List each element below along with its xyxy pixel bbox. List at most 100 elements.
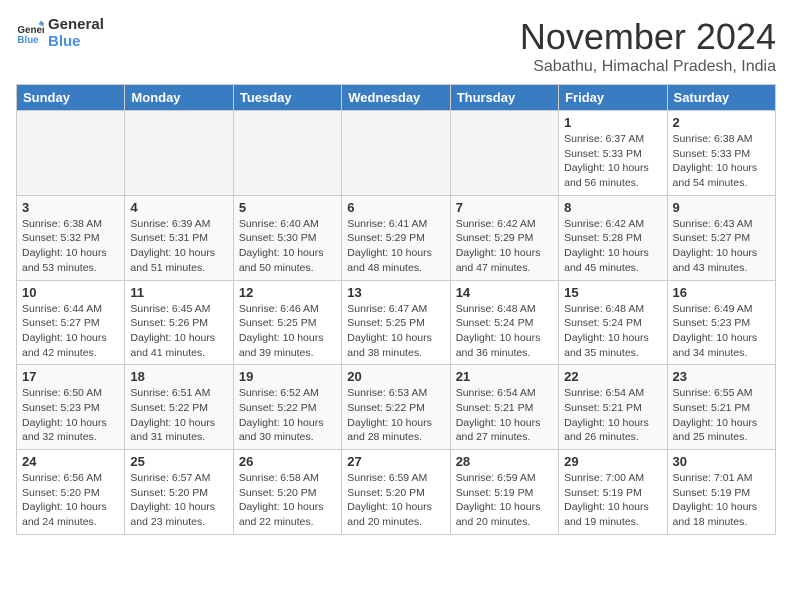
logo-icon: General Blue [16,19,44,47]
day-number: 2 [673,115,770,130]
day-number: 13 [347,285,444,300]
day-info: Sunrise: 6:44 AM Sunset: 5:27 PM Dayligh… [22,302,119,361]
calendar-cell: 5Sunrise: 6:40 AM Sunset: 5:30 PM Daylig… [233,195,341,280]
day-info: Sunrise: 6:56 AM Sunset: 5:20 PM Dayligh… [22,471,119,530]
day-info: Sunrise: 6:58 AM Sunset: 5:20 PM Dayligh… [239,471,336,530]
calendar-cell: 30Sunrise: 7:01 AM Sunset: 5:19 PM Dayli… [667,450,775,535]
weekday-header-wednesday: Wednesday [342,85,450,111]
day-number: 22 [564,369,661,384]
calendar-week-5: 24 Sunrise: 6:56 AM Sunset: 5:20 PM Dayli… [17,450,776,535]
day-info: Sunrise: 6:49 AM Sunset: 5:23 PM Dayligh… [673,302,770,361]
weekday-header-saturday: Saturday [667,85,775,111]
location: Sabathu, Himachal Pradesh, India [520,58,776,76]
day-number: 23 [673,369,770,384]
day-number: 11 [130,285,227,300]
day-number: 1 [564,115,661,130]
day-number: 18 [130,369,227,384]
calendar-week-3: 10 Sunrise: 6:44 AM Sunset: 5:27 PM Dayli… [17,280,776,365]
day-number: 5 [239,200,336,215]
day-info: Sunrise: 6:57 AM Sunset: 5:20 PM Dayligh… [130,471,227,530]
day-number: 30 [673,454,770,469]
calendar-cell: 22 Sunrise: 6:54 AM Sunset: 5:21 PM Dayli… [559,365,667,450]
calendar-cell: 19 Sunrise: 6:52 AM Sunset: 5:22 PM Dayli… [233,365,341,450]
calendar-cell [342,111,450,196]
calendar-cell: 1 Sunrise: 6:37 AM Sunset: 5:33 PM Daylig… [559,111,667,196]
day-info: Sunrise: 6:46 AM Sunset: 5:25 PM Dayligh… [239,302,336,361]
day-info: Sunrise: 7:00 AM Sunset: 5:19 PM Dayligh… [564,471,661,530]
logo: General Blue General Blue [16,16,104,50]
day-info: Sunrise: 6:59 AM Sunset: 5:19 PM Dayligh… [456,471,553,530]
weekday-header-thursday: Thursday [450,85,558,111]
day-info: Sunrise: 6:42 AM Sunset: 5:28 PM Dayligh… [564,217,661,276]
calendar-cell: 12 Sunrise: 6:46 AM Sunset: 5:25 PM Dayli… [233,280,341,365]
day-info: Sunrise: 6:43 AM Sunset: 5:27 PM Dayligh… [673,217,770,276]
calendar-cell: 23Sunrise: 6:55 AM Sunset: 5:21 PM Dayli… [667,365,775,450]
day-number: 26 [239,454,336,469]
day-info: Sunrise: 6:54 AM Sunset: 5:21 PM Dayligh… [564,386,661,445]
day-info: Sunrise: 6:48 AM Sunset: 5:24 PM Dayligh… [564,302,661,361]
day-info: Sunrise: 6:59 AM Sunset: 5:20 PM Dayligh… [347,471,444,530]
calendar-cell: 15 Sunrise: 6:48 AM Sunset: 5:24 PM Dayli… [559,280,667,365]
day-info: Sunrise: 6:37 AM Sunset: 5:33 PM Dayligh… [564,132,661,191]
calendar-cell [17,111,125,196]
day-number: 20 [347,369,444,384]
calendar-cell [125,111,233,196]
day-number: 28 [456,454,553,469]
calendar-header-row: SundayMondayTuesdayWednesdayThursdayFrid… [17,85,776,111]
day-info: Sunrise: 6:38 AM Sunset: 5:33 PM Dayligh… [673,132,770,191]
calendar-week-4: 17 Sunrise: 6:50 AM Sunset: 5:23 PM Dayli… [17,365,776,450]
calendar: SundayMondayTuesdayWednesdayThursdayFrid… [16,84,776,535]
day-number: 29 [564,454,661,469]
calendar-cell: 8Sunrise: 6:42 AM Sunset: 5:28 PM Daylig… [559,195,667,280]
day-number: 16 [673,285,770,300]
calendar-cell: 16 Sunrise: 6:49 AM Sunset: 5:23 PM Dayli… [667,280,775,365]
day-number: 10 [22,285,119,300]
day-number: 9 [673,200,770,215]
calendar-cell: 14Sunrise: 6:48 AM Sunset: 5:24 PM Dayli… [450,280,558,365]
calendar-cell: 2 Sunrise: 6:38 AM Sunset: 5:33 PM Daylig… [667,111,775,196]
day-number: 19 [239,369,336,384]
day-number: 15 [564,285,661,300]
weekday-header-friday: Friday [559,85,667,111]
day-number: 27 [347,454,444,469]
calendar-cell: 28 Sunrise: 6:59 AM Sunset: 5:19 PM Dayli… [450,450,558,535]
day-number: 14 [456,285,553,300]
day-info: Sunrise: 6:38 AM Sunset: 5:32 PM Dayligh… [22,217,119,276]
day-info: Sunrise: 6:50 AM Sunset: 5:23 PM Dayligh… [22,386,119,445]
svg-text:Blue: Blue [17,35,39,46]
day-info: Sunrise: 6:54 AM Sunset: 5:21 PM Dayligh… [456,386,553,445]
day-number: 25 [130,454,227,469]
day-info: Sunrise: 6:45 AM Sunset: 5:26 PM Dayligh… [130,302,227,361]
calendar-week-2: 3 Sunrise: 6:38 AM Sunset: 5:32 PM Daylig… [17,195,776,280]
weekday-header-sunday: Sunday [17,85,125,111]
calendar-week-1: 1 Sunrise: 6:37 AM Sunset: 5:33 PM Daylig… [17,111,776,196]
day-number: 21 [456,369,553,384]
day-number: 24 [22,454,119,469]
weekday-header-tuesday: Tuesday [233,85,341,111]
day-number: 7 [456,200,553,215]
weekday-header-monday: Monday [125,85,233,111]
logo-general: General [48,16,104,33]
day-number: 4 [130,200,227,215]
day-number: 17 [22,369,119,384]
calendar-cell: 4 Sunrise: 6:39 AM Sunset: 5:31 PM Daylig… [125,195,233,280]
calendar-cell: 18Sunrise: 6:51 AM Sunset: 5:22 PM Dayli… [125,365,233,450]
logo-blue: Blue [48,33,104,50]
day-number: 6 [347,200,444,215]
day-number: 12 [239,285,336,300]
calendar-cell [450,111,558,196]
day-number: 3 [22,200,119,215]
calendar-cell: 6 Sunrise: 6:41 AM Sunset: 5:29 PM Daylig… [342,195,450,280]
calendar-cell: 9 Sunrise: 6:43 AM Sunset: 5:27 PM Daylig… [667,195,775,280]
calendar-cell: 11 Sunrise: 6:45 AM Sunset: 5:26 PM Dayli… [125,280,233,365]
day-info: Sunrise: 6:41 AM Sunset: 5:29 PM Dayligh… [347,217,444,276]
calendar-cell: 21 Sunrise: 6:54 AM Sunset: 5:21 PM Dayli… [450,365,558,450]
title-block: November 2024 Sabathu, Himachal Pradesh,… [520,16,776,76]
calendar-body: 1 Sunrise: 6:37 AM Sunset: 5:33 PM Daylig… [17,111,776,535]
calendar-cell: 20Sunrise: 6:53 AM Sunset: 5:22 PM Dayli… [342,365,450,450]
calendar-cell [233,111,341,196]
day-info: Sunrise: 6:52 AM Sunset: 5:22 PM Dayligh… [239,386,336,445]
calendar-cell: 24 Sunrise: 6:56 AM Sunset: 5:20 PM Dayli… [17,450,125,535]
calendar-cell: 13Sunrise: 6:47 AM Sunset: 5:25 PM Dayli… [342,280,450,365]
day-info: Sunrise: 6:39 AM Sunset: 5:31 PM Dayligh… [130,217,227,276]
